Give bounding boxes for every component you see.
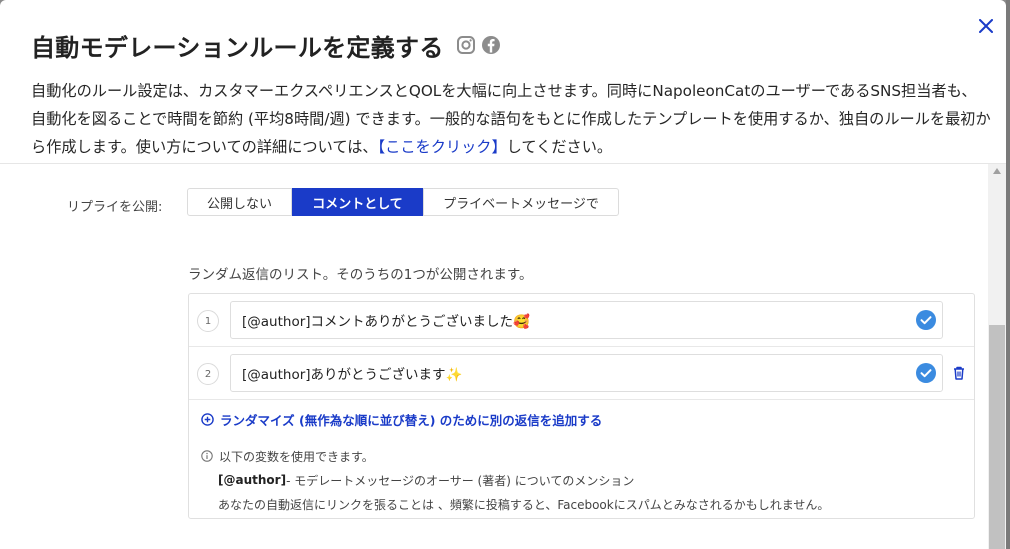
variables-info: 以下の変数を使用できます。 [@author] - モデレートメッセージのオーサ… [201,444,829,516]
click-here-link[interactable]: 【ここをクリック】 [378,138,507,156]
variables-intro-line: 以下の変数を使用できます。 [201,444,829,468]
reply-input[interactable]: [@author]コメントありがとうございました🥰 [230,301,943,339]
backdrop [1006,0,1010,549]
modal-description: 自動化のルール設定は、カスタマーエクスペリエンスとQOLを大幅に向上させます。同… [31,77,991,161]
random-reply-caption: ランダム返信のリスト。そのうちの1つが公開されます。 [188,267,533,283]
close-button[interactable] [974,14,998,38]
triangle-up-icon [993,168,1001,174]
instagram-icon [456,36,475,54]
link-warning: あなたの自動返信にリンクを張ることは 、頻繁に投稿すると、Facebookにスパ… [218,497,830,512]
link-warning-line: あなたの自動返信にリンクを張ることは 、頻繁に投稿すると、Facebookにスパ… [201,492,829,516]
variable-author-line: [@author] - モデレートメッセージのオーサー (著者) についてのメン… [201,468,829,492]
random-reply-panel: 1 [@author]コメントありがとうございました🥰 2 [@author]あ… [188,293,975,519]
reply-input[interactable]: [@author]ありがとうございます✨ [230,354,943,392]
close-icon [979,19,993,33]
info-icon [201,450,213,462]
add-reply-label: ランダマイズ (無作為な順に並び替え) のために別の返信を追加する [220,413,603,428]
trash-icon[interactable] [951,365,967,381]
platform-icons [456,35,501,55]
variables-intro: 以下の変数を使用できます。 [219,449,374,464]
plus-circle-icon [201,413,214,426]
description-text-end: してください。 [506,138,613,156]
add-reply-link[interactable]: ランダマイズ (無作為な順に並び替え) のために別の返信を追加する [201,410,602,429]
reply-publish-selector: 公開しない コメントとして プライベートメッセージで [187,188,619,218]
check-circle-icon [916,310,936,330]
modal-header: 自動モデレーションルールを定義する [31,28,501,62]
variable-token: [@author] [218,473,287,487]
scroll-up-arrow[interactable] [988,164,1006,178]
modal-body: リプライを公開: 公開しない コメントとして プライベートメッセージで ランダム… [0,164,988,549]
reply-text: [@author]コメントありがとうございました🥰 [242,314,530,330]
option-as-comment[interactable]: コメントとして [292,188,423,216]
reply-text: [@author]ありがとうございます✨ [242,367,463,383]
reply-row: 2 [@author]ありがとうございます✨ [189,347,974,400]
modal-title: 自動モデレーションルールを定義する [31,33,444,62]
reply-number: 2 [197,363,219,385]
option-private-message[interactable]: プライベートメッセージで [423,188,619,216]
variable-description: - モデレートメッセージのオーサー (著者) についてのメンション [286,473,635,488]
reply-publish-label: リプライを公開: [67,200,163,215]
facebook-icon [481,36,500,54]
scroll-thumb[interactable] [989,325,1005,549]
reply-number: 1 [197,310,219,332]
check-circle-icon [916,363,936,383]
reply-row: 1 [@author]コメントありがとうございました🥰 [189,294,974,347]
option-do-not-publish[interactable]: 公開しない [187,188,292,216]
scrollbar[interactable] [988,164,1006,549]
automation-rule-modal: 自動モデレーションルールを定義する 自動化のルール設定は、カスタマーエクスペリエ… [0,0,1006,549]
